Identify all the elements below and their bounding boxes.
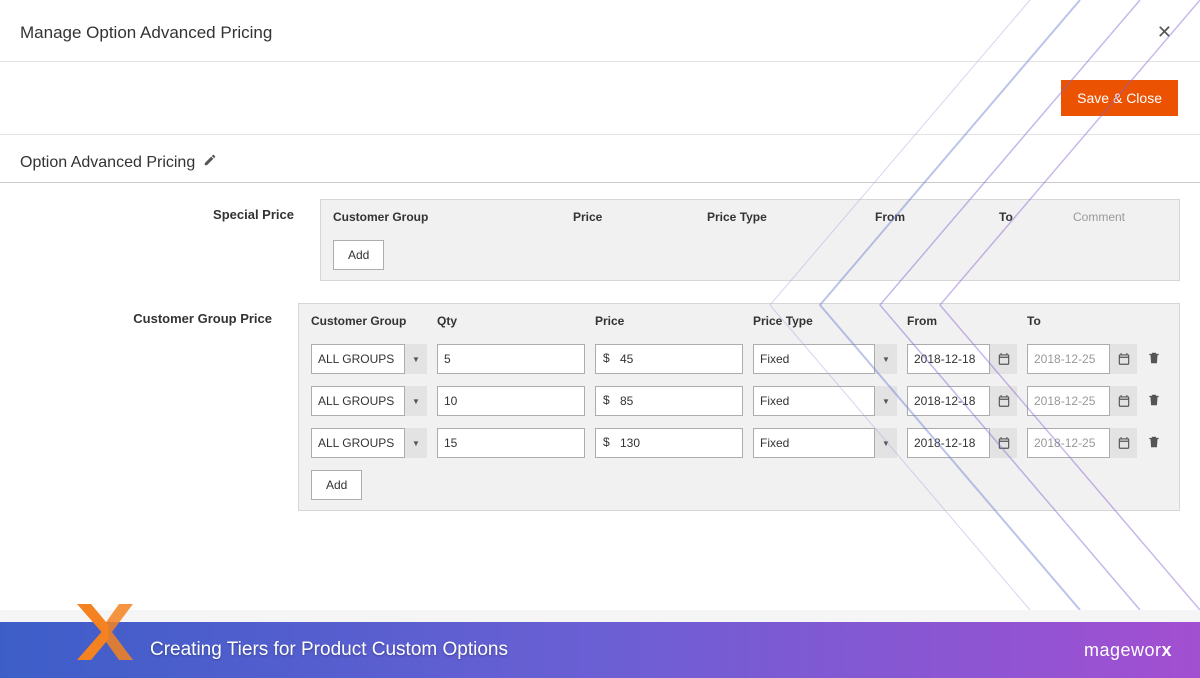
customer-group-price-grid: Customer Group Qty Price Price Type From… — [298, 303, 1180, 511]
modal-header: Manage Option Advanced Pricing ✕ — [0, 0, 1200, 62]
section-title-text: Option Advanced Pricing — [20, 154, 195, 172]
currency-symbol: $ — [603, 435, 610, 449]
header-from: From — [907, 314, 1017, 328]
special-price-header: Customer Group Price Price Type From To … — [333, 210, 1167, 234]
special-price-block: Special Price Customer Group Price Price… — [20, 199, 1180, 281]
save-close-button[interactable]: Save & Close — [1061, 80, 1178, 116]
pencil-icon[interactable] — [203, 153, 217, 172]
brand-text-2: x — [1161, 640, 1172, 660]
currency-symbol: $ — [603, 351, 610, 365]
price-type-select[interactable]: Fixed — [753, 428, 897, 458]
content-area: Special Price Customer Group Price Price… — [0, 189, 1200, 543]
footer-banner: Creating Tiers for Product Custom Option… — [0, 622, 1200, 678]
calendar-icon[interactable] — [989, 386, 1017, 416]
customer-group-select[interactable]: ALL GROUPS — [311, 386, 427, 416]
customer-group-select[interactable]: ALL GROUPS — [311, 344, 427, 374]
banner-title: Creating Tiers for Product Custom Option… — [150, 639, 508, 661]
header-to: To — [1027, 314, 1137, 328]
close-icon[interactable]: ✕ — [1149, 18, 1180, 47]
add-customer-group-price-button[interactable]: Add — [311, 470, 362, 500]
trash-icon[interactable] — [1147, 392, 1167, 411]
header-price-type: Price Type — [753, 314, 897, 328]
qty-input[interactable] — [437, 386, 585, 416]
brand-text-1: magewor — [1084, 640, 1162, 660]
calendar-icon[interactable] — [989, 428, 1017, 458]
header-comment: Comment — [1073, 210, 1167, 224]
currency-symbol: $ — [603, 393, 610, 407]
calendar-icon[interactable] — [1109, 428, 1137, 458]
action-bar: Save & Close — [0, 62, 1200, 135]
table-row: ALL GROUPS $ Fixed — [311, 422, 1167, 464]
calendar-icon[interactable] — [1109, 344, 1137, 374]
calendar-icon[interactable] — [1109, 386, 1137, 416]
qty-input[interactable] — [437, 428, 585, 458]
price-input[interactable] — [595, 386, 743, 416]
add-special-price-button[interactable]: Add — [333, 240, 384, 270]
customer-group-price-label: Customer Group Price — [20, 303, 298, 511]
header-price: Price — [595, 314, 743, 328]
header-customer-group: Customer Group — [311, 314, 427, 328]
header-price-type: Price Type — [707, 210, 865, 224]
customer-group-price-block: Customer Group Price Customer Group Qty … — [20, 303, 1180, 511]
modal-title: Manage Option Advanced Pricing — [20, 23, 272, 43]
price-input[interactable] — [595, 344, 743, 374]
header-price: Price — [573, 210, 697, 224]
special-price-label: Special Price — [20, 199, 320, 281]
header-qty: Qty — [437, 314, 585, 328]
price-input[interactable] — [595, 428, 743, 458]
header-customer-group: Customer Group — [333, 210, 563, 224]
price-type-select[interactable]: Fixed — [753, 386, 897, 416]
customer-group-select[interactable]: ALL GROUPS — [311, 428, 427, 458]
header-to: To — [999, 210, 1063, 224]
calendar-icon[interactable] — [989, 344, 1017, 374]
section-header: Option Advanced Pricing — [0, 135, 1200, 183]
cgp-header: Customer Group Qty Price Price Type From… — [311, 314, 1167, 338]
trash-icon[interactable] — [1147, 350, 1167, 369]
price-type-select[interactable]: Fixed — [753, 344, 897, 374]
trash-icon[interactable] — [1147, 434, 1167, 453]
table-row: ALL GROUPS $ Fixed — [311, 380, 1167, 422]
table-row: ALL GROUPS $ Fixed — [311, 338, 1167, 380]
header-from: From — [875, 210, 989, 224]
x-logo-icon — [70, 597, 140, 670]
brand-logo: mageworx — [1084, 640, 1172, 661]
qty-input[interactable] — [437, 344, 585, 374]
modal-container: Manage Option Advanced Pricing ✕ Save & … — [0, 0, 1200, 610]
special-price-grid: Customer Group Price Price Type From To … — [320, 199, 1180, 281]
